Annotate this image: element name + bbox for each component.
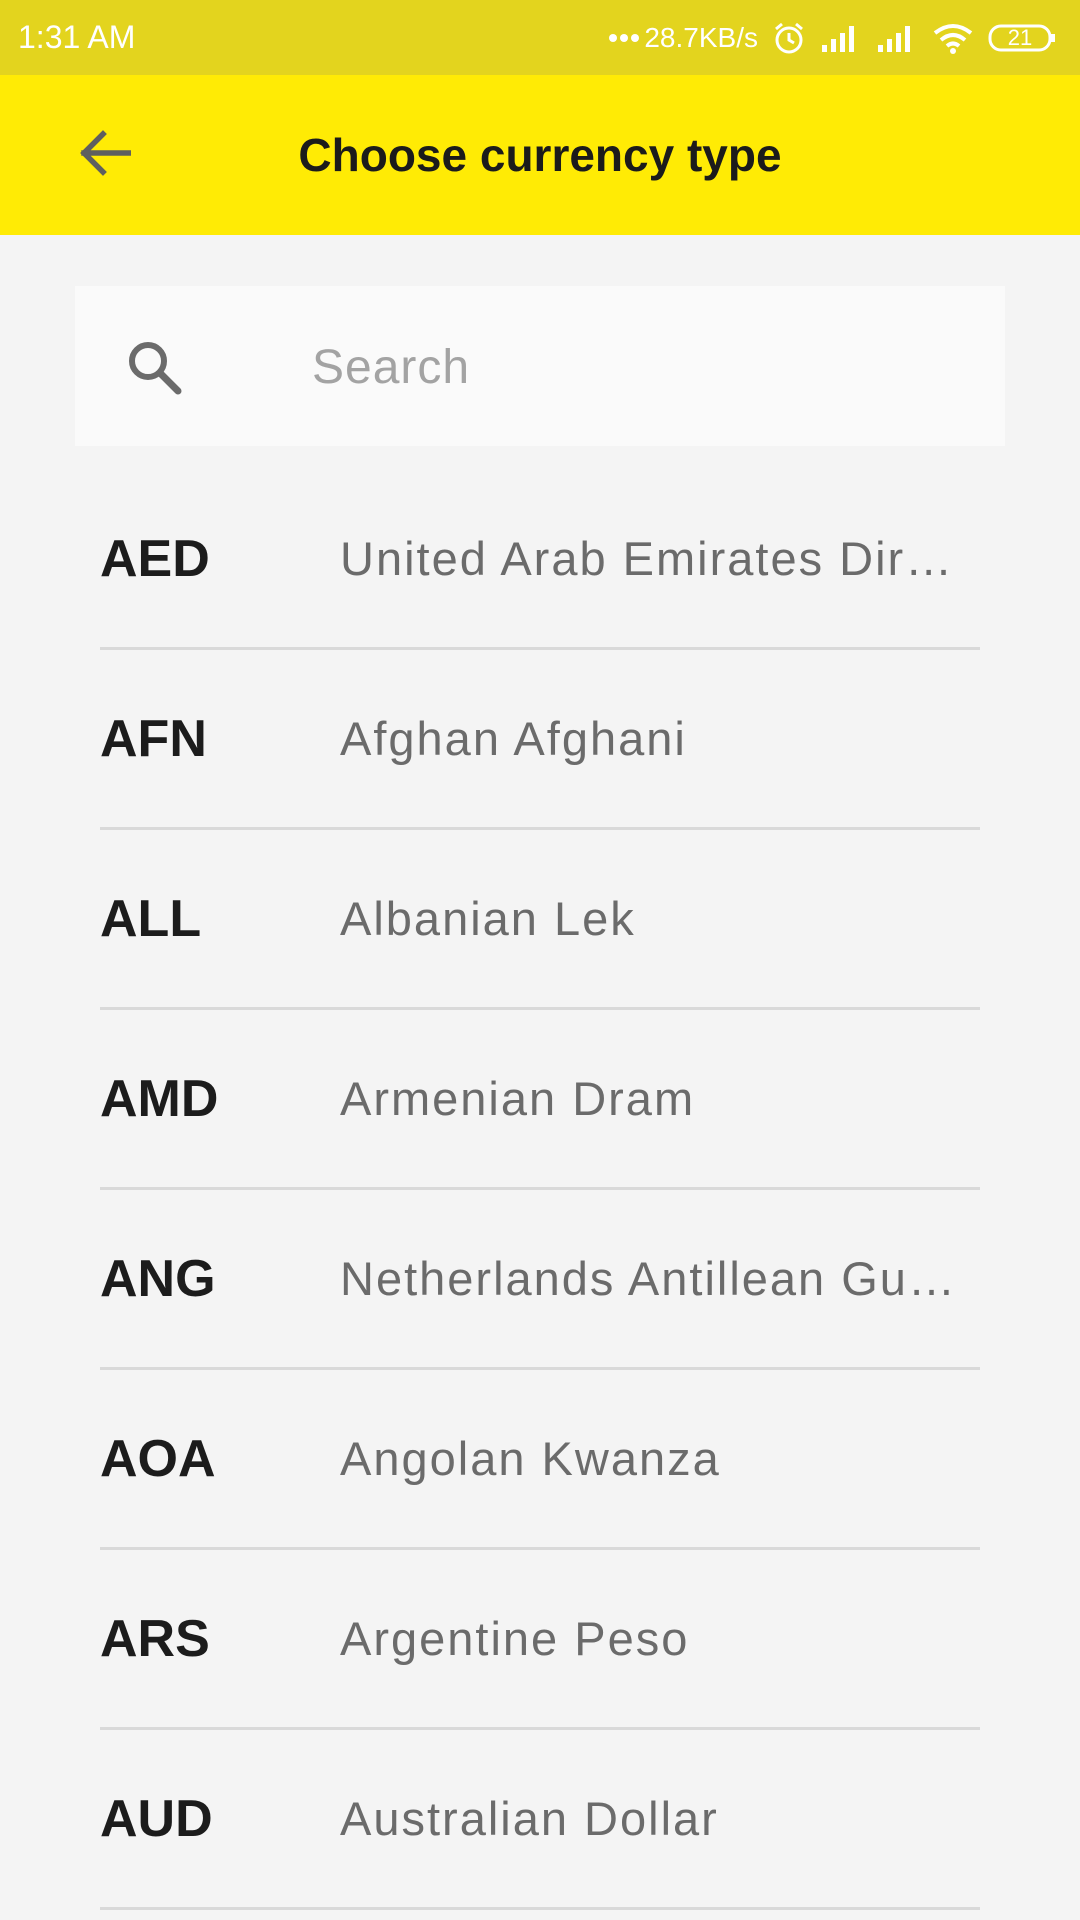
- currency-name: Afghan Afghani: [340, 712, 687, 765]
- dots-icon: [608, 33, 640, 43]
- currency-row-ang[interactable]: ANG Netherlands Antillean Gu…: [100, 1190, 980, 1370]
- currency-row-all[interactable]: ALL Albanian Lek: [100, 830, 980, 1010]
- currency-code: AOA: [100, 1429, 216, 1488]
- currency-row-amd[interactable]: AMD Armenian Dram: [100, 1010, 980, 1190]
- currency-row-aoa[interactable]: AOA Angolan Kwanza: [100, 1370, 980, 1550]
- network-speed: 28.7KB/s: [644, 21, 758, 53]
- wifi-icon: [932, 22, 974, 54]
- currency-name: Argentine Peso: [340, 1612, 690, 1665]
- currency-row-ars[interactable]: ARS Argentine Peso: [100, 1550, 980, 1730]
- signal-icon: [876, 23, 918, 53]
- currency-code: ANG: [100, 1249, 216, 1308]
- search-input[interactable]: [310, 326, 974, 408]
- currency-row-aud[interactable]: AUD Australian Dollar: [100, 1730, 980, 1910]
- currency-code: AMD: [100, 1069, 219, 1128]
- signal-icon: [820, 23, 862, 53]
- currency-name: Armenian Dram: [340, 1072, 696, 1125]
- currency-row-aed[interactable]: AED United Arab Emirates Dir…: [100, 470, 980, 650]
- status-time: 1:31 AM: [18, 19, 136, 55]
- currency-name: United Arab Emirates Dir…: [340, 532, 955, 585]
- currency-code: ALL: [100, 889, 202, 948]
- arrow-left-icon: [79, 129, 132, 181]
- alarm-icon: [772, 21, 806, 55]
- status-bar: 1:31 AM 28.7KB/s 21: [0, 0, 1080, 75]
- currency-name: Netherlands Antillean Gu…: [340, 1252, 957, 1305]
- currency-list: AED United Arab Emirates Dir… AFN Afghan…: [100, 470, 980, 1910]
- currency-name: Albanian Lek: [340, 892, 636, 945]
- battery-icon: 21: [988, 23, 1058, 53]
- back-button[interactable]: [60, 115, 150, 195]
- search-icon: [125, 338, 185, 398]
- currency-code: AUD: [100, 1789, 213, 1848]
- page-title: Choose currency type: [298, 129, 782, 181]
- search-box[interactable]: [75, 286, 1005, 446]
- currency-name: Angolan Kwanza: [340, 1432, 721, 1485]
- app-bar: Choose currency type: [0, 75, 1080, 235]
- currency-code: AED: [100, 529, 210, 588]
- currency-code: ARS: [100, 1609, 210, 1668]
- currency-code: AFN: [100, 709, 207, 768]
- currency-row-afn[interactable]: AFN Afghan Afghani: [100, 650, 980, 830]
- battery-level: 21: [1007, 24, 1033, 50]
- currency-name: Australian Dollar: [340, 1792, 719, 1845]
- status-icons: 28.7KB/s 21: [608, 21, 1058, 55]
